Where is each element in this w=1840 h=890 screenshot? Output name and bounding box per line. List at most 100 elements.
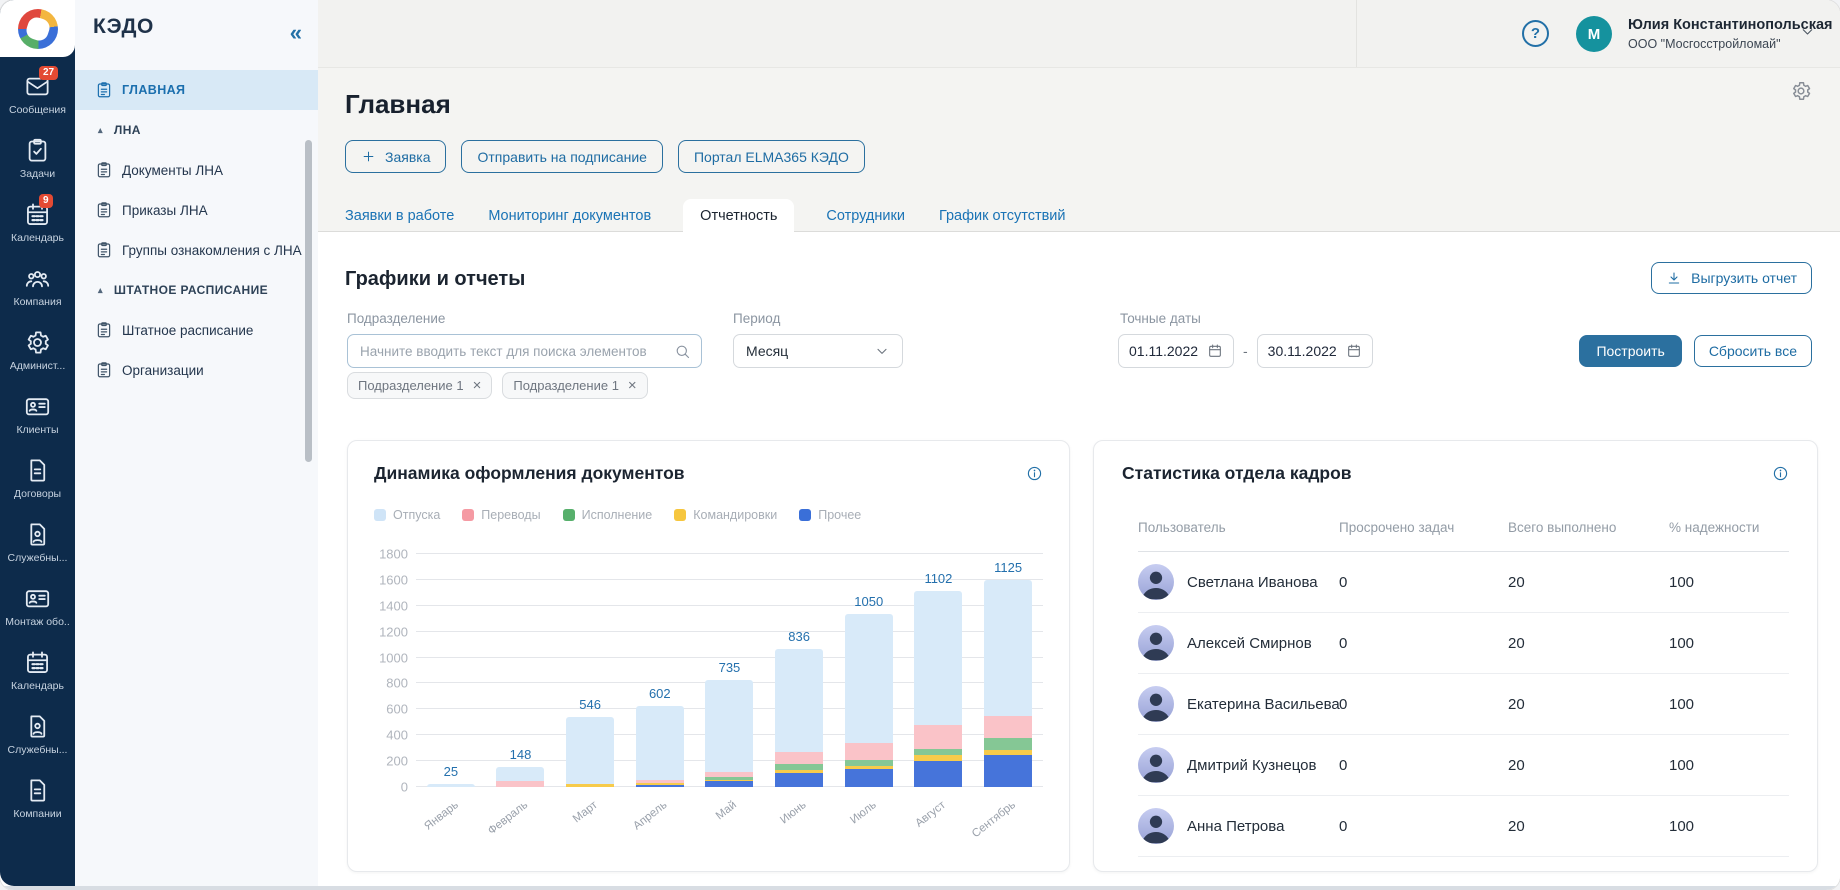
reliability-cell: 100 xyxy=(1669,573,1695,591)
export-report-button[interactable]: Выгрузить отчет xyxy=(1651,262,1812,294)
date-to-input[interactable]: 30.11.2022 xyxy=(1256,334,1373,368)
help-button[interactable]: ? xyxy=(1522,20,1549,47)
bar-Февраль: 148 Февраль xyxy=(486,554,545,837)
info-icon[interactable] xyxy=(1026,465,1043,482)
rail-item-9[interactable]: Монтаж обо.. xyxy=(0,585,75,649)
notification-badge: 27 xyxy=(39,66,59,80)
search-icon xyxy=(674,343,691,360)
clipboard-icon xyxy=(95,161,113,179)
menu-item-3[interactable]: Документы ЛНА xyxy=(75,150,318,190)
x-axis-label: Сентябрь xyxy=(969,799,1018,841)
action-button-1[interactable]: Заявка xyxy=(345,140,447,173)
rail-item-2[interactable]: Задачи xyxy=(0,137,75,201)
bar-Июнь: 836 Июнь xyxy=(775,554,824,826)
period-select[interactable]: Месяц xyxy=(733,334,903,368)
bar-segment-Прочее xyxy=(844,768,893,787)
rail-items: 27 Сообщения Задачи 9 Календарь Компания Админ… xyxy=(0,57,75,841)
x-axis-label: Февраль xyxy=(486,799,531,838)
tab-3[interactable]: Отчетность xyxy=(683,199,795,232)
column-header-4: % надежности xyxy=(1669,520,1760,535)
legend-item-4: Командировки xyxy=(674,508,777,522)
completed-cell: 20 xyxy=(1508,695,1525,713)
rail-item-5[interactable]: Админист... xyxy=(0,329,75,393)
filter-chip-2: Подразделение 1 × xyxy=(502,372,648,399)
close-icon[interactable]: × xyxy=(628,378,637,393)
rail-item-label: Договоры xyxy=(13,488,62,500)
reset-all-button[interactable]: Сбросить все xyxy=(1693,335,1812,367)
top-header: ? M Юлия Константинопольская ООО "Мосгос… xyxy=(318,0,1840,68)
main-area: ? M Юлия Константинопольская ООО "Мосгос… xyxy=(318,0,1840,886)
tab-1[interactable]: Заявки в работе xyxy=(343,199,456,232)
bar-segment-Прочее xyxy=(635,785,684,787)
menu-group-6[interactable]: ▴ ШТАТНОЕ РАСПИСАНИЕ xyxy=(75,270,318,310)
clipboard-icon xyxy=(95,81,113,99)
bar-Август: 1102 Август xyxy=(914,554,963,830)
rail-item-12[interactable]: Компании xyxy=(0,777,75,841)
department-search-input[interactable] xyxy=(358,342,674,360)
menu-group-2[interactable]: ▴ ЛНА xyxy=(75,110,318,150)
action-button-2[interactable]: Отправить на подписание xyxy=(461,140,663,173)
tab-5[interactable]: График отсутствий xyxy=(937,199,1068,232)
app-window: 27 Сообщения Задачи 9 Календарь Компания Админ… xyxy=(0,0,1840,890)
bar-segment-Отпуска xyxy=(705,679,754,772)
bar-value-label: 148 xyxy=(509,746,532,762)
menu-item-4[interactable]: Приказы ЛНА xyxy=(75,190,318,230)
action-button-3[interactable]: Портал ELMA365 КЭДО xyxy=(677,140,865,173)
reliability-cell: 100 xyxy=(1669,756,1695,774)
bar-stack xyxy=(635,705,684,787)
table-row-3: Екатерина Васильева 0 20 100 xyxy=(1138,674,1789,735)
user-avatar[interactable]: M xyxy=(1576,16,1612,52)
app-logo[interactable] xyxy=(0,0,75,57)
menu-item-label: Документы ЛНА xyxy=(122,162,223,178)
build-button[interactable]: Построить xyxy=(1579,335,1682,367)
rail-item-10[interactable]: Календарь xyxy=(0,649,75,713)
module-menu: КЭДО « ГЛАВНАЯ ▴ ЛНА Документы ЛНА Приказы Л… xyxy=(75,0,318,886)
bar-segment-Исполнение xyxy=(984,738,1033,751)
bar-segment-Прочее xyxy=(914,760,963,787)
collapse-sidebar-button[interactable]: « xyxy=(290,22,302,44)
menu-scrollbar[interactable] xyxy=(305,140,312,462)
user-name: Анна Петрова xyxy=(1187,817,1285,835)
menu-item-5[interactable]: Группы ознакомления с ЛНА xyxy=(75,230,318,270)
user-name: Дмитрий Кузнецов xyxy=(1187,756,1317,774)
chevron-down-icon[interactable] xyxy=(1799,23,1816,40)
rail-item-7[interactable]: Договоры xyxy=(0,457,75,521)
avatar xyxy=(1138,564,1174,600)
column-header-3: Всего выполнено xyxy=(1508,520,1617,535)
clipboard-icon xyxy=(95,321,113,339)
info-icon[interactable] xyxy=(1772,465,1789,482)
menu-item-8[interactable]: Организации xyxy=(75,350,318,390)
gear-icon[interactable] xyxy=(1790,80,1812,102)
completed-cell: 20 xyxy=(1508,634,1525,652)
document-person-icon xyxy=(24,521,51,548)
rail-item-3[interactable]: 9 Календарь xyxy=(0,194,75,265)
rail-item-1[interactable]: 27 Сообщения xyxy=(0,66,75,137)
close-icon[interactable]: × xyxy=(473,378,482,393)
date-from-input[interactable]: 01.11.2022 xyxy=(1118,334,1234,368)
plus-icon xyxy=(361,149,376,164)
menu-item-7[interactable]: Штатное расписание xyxy=(75,310,318,350)
y-tick-label: 800 xyxy=(386,675,408,691)
bar-value-label: 735 xyxy=(718,659,741,675)
rail-item-11[interactable]: Служебны... xyxy=(0,713,75,777)
y-tick-label: 1400 xyxy=(379,598,408,614)
x-axis-label: Август xyxy=(913,799,949,830)
reliability-cell: 100 xyxy=(1669,817,1695,835)
x-axis-label: Март xyxy=(570,799,600,826)
elma-logo-icon xyxy=(17,8,58,49)
document-person-icon xyxy=(24,713,51,740)
tab-4[interactable]: Сотрудники xyxy=(824,199,907,232)
bar-stack xyxy=(984,579,1033,787)
bar-Март: 546 Март xyxy=(566,554,615,825)
bar-segment-Отпуска xyxy=(984,579,1033,716)
y-tick-label: 0 xyxy=(400,779,408,795)
rail-item-4[interactable]: Компания xyxy=(0,265,75,329)
tab-2[interactable]: Мониторинг документов xyxy=(486,199,653,232)
avatar xyxy=(1138,686,1174,722)
notification-badge: 9 xyxy=(39,194,53,208)
menu-item-1[interactable]: ГЛАВНАЯ xyxy=(75,70,318,110)
user-cell: Дмитрий Кузнецов xyxy=(1138,747,1339,783)
rail-item-6[interactable]: Клиенты xyxy=(0,393,75,457)
completed-cell: 20 xyxy=(1508,573,1525,591)
rail-item-8[interactable]: Служебны... xyxy=(0,521,75,585)
